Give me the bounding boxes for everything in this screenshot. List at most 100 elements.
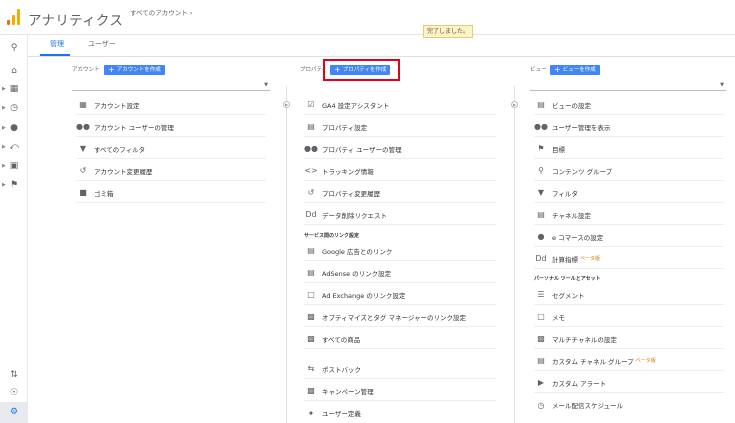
link-icon: ▩: [307, 312, 315, 321]
people-icon: ●●: [76, 122, 90, 131]
multi-channel-settings-item[interactable]: ▩ マルチチャネルの設定: [534, 329, 724, 349]
account-select[interactable]: ▼: [72, 77, 270, 91]
adsense-link-item[interactable]: ▤ AdSense のリンク設定: [304, 263, 496, 283]
custom-channel-grouping-item[interactable]: ▤ カスタム チャネル グループ ベータ版: [534, 351, 724, 371]
content-group-icon: ⚲: [538, 166, 544, 175]
property-user-management-item[interactable]: ●● プロパティ ユーザーの管理: [304, 139, 496, 159]
user-definitions-item[interactable]: ✦ ユーザー定義: [304, 403, 496, 423]
channel-icon: ▤: [537, 356, 545, 365]
postback-icon: ⇆: [307, 364, 315, 373]
all-products-item[interactable]: ▩ すべての商品: [304, 329, 496, 349]
dashboard-icon[interactable]: ▦: [7, 82, 21, 96]
view-settings-item[interactable]: ▤ ビューの設定: [534, 95, 724, 115]
home-icon[interactable]: ⌂: [7, 64, 21, 78]
campaign-management-item[interactable]: ▩ キャンペーン管理: [304, 381, 496, 401]
google-ads-link-item[interactable]: ▤ Google 広告とのリンク: [304, 241, 496, 261]
ga4-setup-assistant-item[interactable]: ☑ GA4 設定アシスタント: [304, 95, 496, 115]
trash-icon: ■: [79, 188, 87, 197]
account-column: アカウント + アカウントを作成 ▼ ▦ アカウント設定 ●● アカウント ユーザーの…: [72, 57, 272, 423]
caret-right-icon: ▶: [2, 86, 6, 92]
segments-item[interactable]: ☰ セグメント: [534, 285, 724, 305]
all-filters-item[interactable]: ▼ すべてのフィルタ: [76, 139, 266, 159]
adsense-icon: ▤: [307, 268, 315, 277]
property-settings-item[interactable]: ▤ プロパティ設定: [304, 117, 496, 137]
account-user-management-item[interactable]: ●● アカウント ユーザーの管理: [76, 117, 266, 137]
gear-icon[interactable]: ⚙: [7, 405, 21, 419]
custom-alerts-item[interactable]: ▶ カスタム アラート: [534, 373, 724, 393]
document-icon: ▤: [307, 122, 315, 131]
caret-right-icon: ▶: [2, 182, 6, 188]
acquisition-icon[interactable]: ⤺: [7, 140, 21, 154]
people-icon: ●●: [534, 122, 548, 131]
document-icon: ▤: [537, 100, 545, 109]
caret-right-icon: ▶: [2, 125, 6, 131]
tab-user[interactable]: ユーザー: [88, 39, 116, 49]
create-account-button[interactable]: + アカウントを作成: [104, 65, 165, 75]
filters-item[interactable]: ▼ フィルタ: [534, 183, 724, 203]
calculated-metrics-item[interactable]: Dd 計算指標 ベータ版: [534, 249, 724, 269]
history-icon: ↺: [79, 166, 87, 175]
property-column: プロパティ + プロパティを作成 ☑ GA4 設定アシスタント ▤ プロパティ設定 ●…: [300, 57, 500, 423]
channel-icon: ▤: [537, 210, 545, 219]
top-bar: アナリティクス すべてのアカウント ›: [0, 0, 735, 35]
filter-icon: ▼: [537, 188, 545, 197]
postbacks-item[interactable]: ⇆ ポストバック: [304, 359, 496, 379]
goals-item[interactable]: ⚑ 目標: [534, 139, 724, 159]
data-deletion-request-item[interactable]: Dd データ削除リクエスト: [304, 205, 496, 225]
account-settings-item[interactable]: ▦ アカウント設定: [76, 95, 266, 115]
clock-icon: ◷: [537, 400, 545, 410]
trash-item[interactable]: ■ ゴミ箱: [76, 183, 266, 203]
person-icon[interactable]: ●: [7, 121, 21, 135]
campaign-icon: ▩: [307, 386, 315, 395]
arrow-right-icon: ▶: [283, 101, 290, 108]
tracking-info-item[interactable]: <> トラッキング情報: [304, 161, 496, 181]
property-change-history-item[interactable]: ↺ プロパティ変更履歴: [304, 183, 496, 203]
ads-icon: ▤: [307, 246, 315, 255]
history-icon: ↺: [307, 188, 315, 197]
behavior-icon[interactable]: ▣: [7, 159, 21, 173]
optimize-tag-manager-link-item[interactable]: ▩ オプティマイズとタグ マネージャーのリンク設定: [304, 307, 496, 327]
lightbulb-icon[interactable]: ☉: [7, 386, 21, 400]
ecommerce-settings-item[interactable]: ● e コマースの設定: [534, 227, 724, 247]
admin-tabs: 管理 ユーザー: [28, 35, 735, 57]
code-icon: <>: [304, 166, 318, 175]
active-tab-indicator: [40, 54, 70, 56]
account-breadcrumb[interactable]: すべてのアカウント ›: [130, 7, 192, 17]
attribution-icon[interactable]: ⇅: [7, 368, 21, 382]
caret-right-icon: ▶: [2, 105, 6, 111]
view-header: ビュー: [530, 67, 547, 73]
view-column: ビュー + ビューを作成 ▼ ▤ ビューの設定 ●● ユーザー管理を表示 ⚑ 目標 ⚲ コ…: [530, 57, 728, 423]
dd-icon: Dd: [535, 254, 547, 263]
content-grouping-item[interactable]: ⚲ コンテンツ グループ: [534, 161, 724, 181]
caret-right-icon: ▶: [2, 163, 6, 169]
tab-admin[interactable]: 管理: [50, 39, 64, 49]
people-icon: ●●: [304, 144, 318, 153]
app-title[interactable]: アナリティクス: [28, 9, 123, 29]
arrow-right-icon: ▶: [511, 101, 518, 108]
column-divider: [286, 86, 287, 423]
plus-icon: +: [554, 65, 561, 74]
channel-settings-item[interactable]: ▤ チャネル設定: [534, 205, 724, 225]
filter-icon: ▼: [79, 144, 87, 153]
annotations-item[interactable]: □ メモ: [534, 307, 724, 327]
search-icon[interactable]: ⚲: [7, 41, 21, 55]
flag-icon[interactable]: ⚑: [7, 178, 21, 192]
beta-badge: ベータ版: [580, 256, 601, 262]
view-select[interactable]: ▼: [530, 77, 726, 91]
building-icon: ▦: [79, 100, 87, 109]
ad-exchange-link-item[interactable]: □ Ad Exchange のリンク設定: [304, 285, 496, 305]
create-view-button[interactable]: + ビューを作成: [550, 65, 600, 75]
create-property-highlight: [323, 59, 400, 81]
analytics-logo-icon[interactable]: [7, 9, 21, 25]
clock-icon[interactable]: ◷: [7, 101, 21, 115]
chevron-down-icon: ▼: [720, 82, 724, 88]
megaphone-icon: ▶: [537, 378, 545, 387]
plus-icon: +: [108, 65, 115, 74]
beta-badge: ベータ版: [635, 358, 656, 364]
account-change-history-item[interactable]: ↺ アカウント変更履歴: [76, 161, 266, 181]
scheduled-emails-item[interactable]: ◷ メール配信スケジュール: [534, 395, 724, 415]
personal-tools-section-title: パーソナル ツールとアセット: [534, 276, 601, 282]
ad-exchange-icon: □: [307, 290, 315, 299]
checkbox-icon: ☑: [307, 100, 315, 109]
view-user-management-item[interactable]: ●● ユーザー管理を表示: [534, 117, 724, 137]
